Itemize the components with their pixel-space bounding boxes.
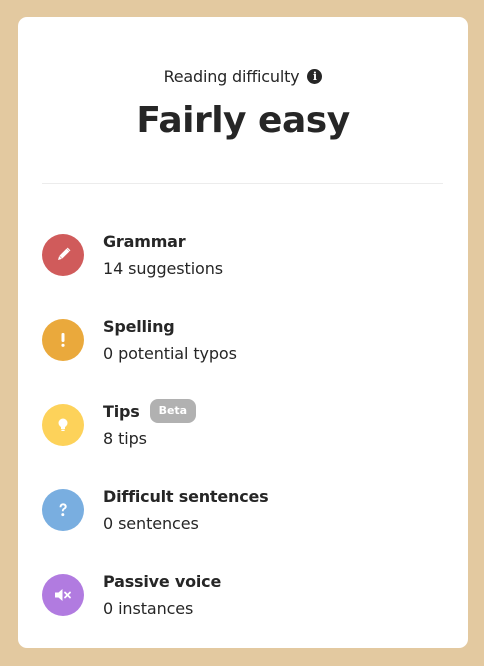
grammar-title: Grammar [103, 231, 186, 251]
spelling-count: 0 potential typos [103, 344, 237, 363]
tips-item[interactable]: Tips Beta 8 tips [42, 398, 443, 458]
tips-count: 8 tips [103, 429, 147, 448]
difficult-sentences-count: 0 sentences [103, 514, 199, 533]
grammar-count: 14 suggestions [103, 259, 223, 278]
question-icon [42, 489, 84, 531]
spelling-item[interactable]: Spelling 0 potential typos [42, 313, 443, 373]
spelling-title: Spelling [103, 316, 175, 336]
passive-voice-item[interactable]: Passive voice 0 instances [42, 568, 443, 628]
passive-voice-title: Passive voice [103, 571, 222, 591]
info-icon[interactable]: i [307, 68, 323, 84]
reading-difficulty-header: Reading difficulty i [18, 64, 468, 88]
reading-difficulty-label: Reading difficulty [163, 66, 300, 86]
speaker-mute-icon [42, 574, 84, 616]
exclamation-icon [42, 319, 84, 361]
grammar-item[interactable]: Grammar 14 suggestions [42, 228, 443, 288]
divider [42, 183, 443, 184]
difficult-sentences-title: Difficult sentences [103, 486, 269, 506]
difficult-sentences-item[interactable]: Difficult sentences 0 sentences [42, 483, 443, 543]
tips-title: Tips [103, 401, 140, 421]
passive-voice-count: 0 instances [103, 599, 194, 618]
lightbulb-icon [42, 404, 84, 446]
pencil-icon [42, 234, 84, 276]
readability-card: Reading difficulty i Fairly easy Grammar… [18, 17, 468, 648]
beta-badge: Beta [149, 399, 197, 423]
reading-difficulty-value: Fairly easy [136, 100, 350, 141]
